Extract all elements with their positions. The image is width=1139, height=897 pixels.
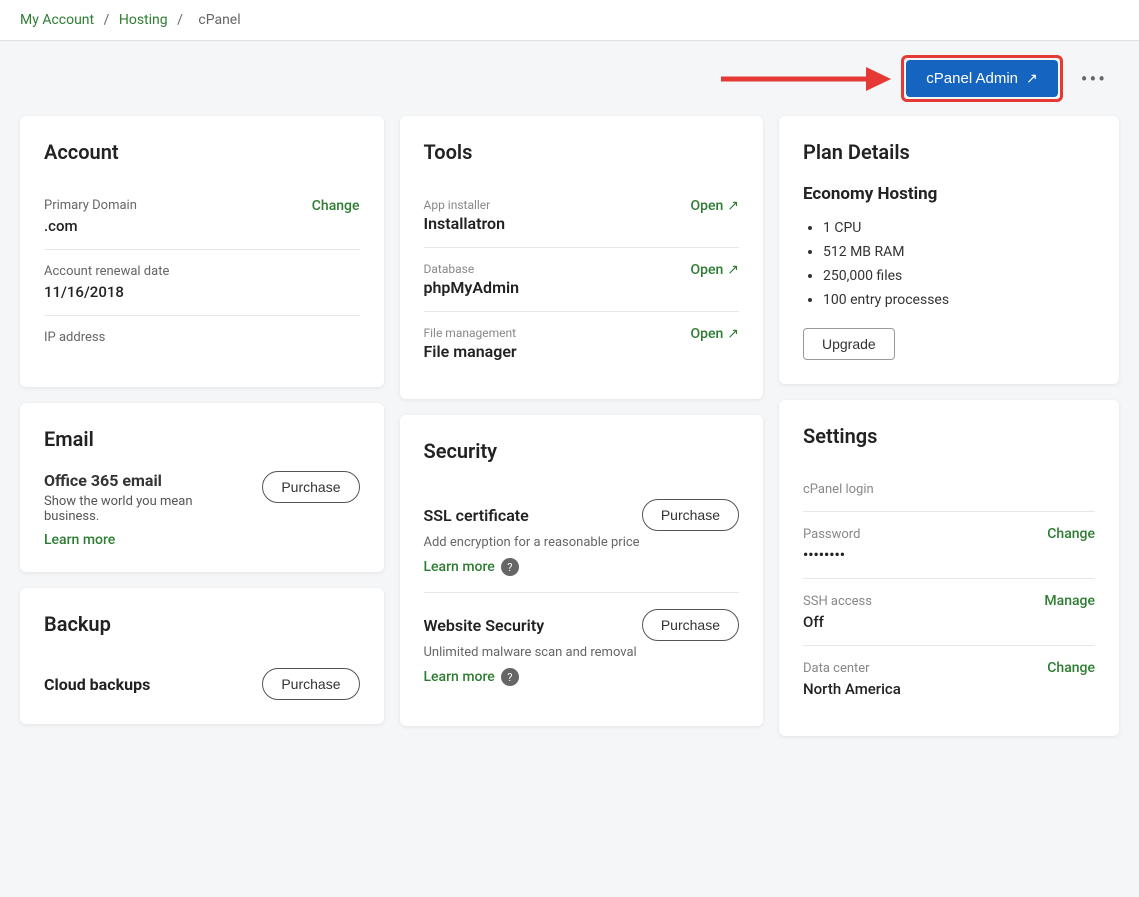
website-security-learn-more-link[interactable]: Learn more bbox=[424, 669, 495, 685]
plan-name: Economy Hosting bbox=[803, 184, 1095, 204]
app-installer-label: App installer bbox=[424, 198, 506, 212]
account-card: Account Primary Domain .com Change Accou… bbox=[20, 116, 384, 387]
security-card: Security SSL certificate Purchase Add en… bbox=[400, 415, 764, 726]
ssl-certificate-row: SSL certificate Purchase Add encryption … bbox=[424, 483, 740, 593]
ssh-value: Off bbox=[803, 613, 1095, 631]
plan-feature-cpu: 1 CPU bbox=[823, 216, 1095, 240]
website-security-row: Website Security Purchase Unlimited malw… bbox=[424, 593, 740, 702]
data-center-value: North America bbox=[803, 680, 1095, 698]
settings-title: Settings bbox=[803, 424, 1095, 448]
email-learn-more-link[interactable]: Learn more bbox=[44, 532, 115, 548]
ssh-label: SSH access bbox=[803, 594, 872, 609]
email-desc-line1: Show the world you mean bbox=[44, 494, 193, 509]
left-column: Account Primary Domain .com Change Accou… bbox=[20, 116, 384, 736]
right-column: Plan Details Economy Hosting 1 CPU 512 M… bbox=[779, 116, 1119, 736]
primary-domain-row: Primary Domain .com Change bbox=[44, 184, 360, 250]
backup-purchase-button[interactable]: Purchase bbox=[262, 668, 359, 700]
cpanel-login-row: cPanel login bbox=[803, 468, 1095, 512]
cpanel-btn-wrapper: cPanel Admin ↗ bbox=[901, 55, 1062, 102]
account-title: Account bbox=[44, 140, 360, 164]
plan-feature-processes: 100 entry processes bbox=[823, 288, 1095, 312]
email-desc-line2: business. bbox=[44, 509, 99, 524]
ssl-help-icon[interactable]: ? bbox=[501, 558, 519, 576]
office365-name: Office 365 email bbox=[44, 471, 193, 490]
data-center-row: Data center Change North America bbox=[803, 646, 1095, 712]
app-installer-name: Installatron bbox=[424, 214, 506, 233]
tools-title: Tools bbox=[424, 140, 740, 164]
email-card: Email Office 365 email Show the world yo… bbox=[20, 403, 384, 572]
file-mgmt-row: File management File manager Open ↗ bbox=[424, 312, 740, 375]
email-purchase-button[interactable]: Purchase bbox=[262, 471, 359, 503]
top-bar: cPanel Admin ↗ ••• bbox=[0, 41, 1139, 116]
ssl-purchase-button[interactable]: Purchase bbox=[642, 499, 739, 531]
primary-domain-value: .com bbox=[44, 217, 137, 235]
breadcrumb: My Account / Hosting / cPanel bbox=[0, 0, 1139, 41]
password-value: •••••••• bbox=[803, 546, 1095, 564]
password-label: Password bbox=[803, 527, 860, 542]
change-data-center-link[interactable]: Change bbox=[1047, 660, 1095, 676]
database-label: Database bbox=[424, 262, 520, 276]
website-security-purchase-button[interactable]: Purchase bbox=[642, 609, 739, 641]
app-installer-open-link[interactable]: Open ↗ bbox=[690, 198, 739, 214]
renewal-date-value: 11/16/2018 bbox=[44, 283, 360, 301]
website-security-help-icon[interactable]: ? bbox=[501, 668, 519, 686]
upgrade-button[interactable]: Upgrade bbox=[803, 328, 895, 360]
database-name: phpMyAdmin bbox=[424, 278, 520, 297]
breadcrumb-hosting[interactable]: Hosting bbox=[119, 12, 168, 28]
breadcrumb-cpanel: cPanel bbox=[198, 12, 240, 28]
email-title: Email bbox=[44, 427, 360, 451]
ssl-desc: Add encryption for a reasonable price bbox=[424, 535, 740, 550]
external-icon-3: ↗ bbox=[727, 326, 739, 342]
ip-label: IP address bbox=[44, 330, 360, 345]
arrow-indicator bbox=[711, 57, 891, 101]
tools-card: Tools App installer Installatron Open ↗ … bbox=[400, 116, 764, 399]
main-content: Account Primary Domain .com Change Accou… bbox=[0, 116, 1139, 756]
file-mgmt-label: File management bbox=[424, 326, 517, 340]
ssl-learn-more-link[interactable]: Learn more bbox=[424, 559, 495, 575]
change-password-link[interactable]: Change bbox=[1047, 526, 1095, 542]
primary-domain-label: Primary Domain bbox=[44, 198, 137, 213]
plan-features-list: 1 CPU 512 MB RAM 250,000 files 100 entry… bbox=[803, 216, 1095, 312]
website-security-title: Website Security bbox=[424, 616, 545, 635]
more-options-button[interactable]: ••• bbox=[1073, 63, 1115, 95]
security-title: Security bbox=[424, 439, 740, 463]
cpanel-login-label: cPanel login bbox=[803, 482, 1095, 497]
backup-title: Backup bbox=[44, 612, 360, 636]
renewal-date-row: Account renewal date 11/16/2018 bbox=[44, 250, 360, 316]
app-installer-row: App installer Installatron Open ↗ bbox=[424, 184, 740, 248]
plan-details-card: Plan Details Economy Hosting 1 CPU 512 M… bbox=[779, 116, 1119, 384]
cloud-backups-row: Cloud backups Purchase bbox=[44, 656, 360, 700]
website-security-desc: Unlimited malware scan and removal bbox=[424, 645, 740, 660]
database-row: Database phpMyAdmin Open ↗ bbox=[424, 248, 740, 312]
database-open-link[interactable]: Open ↗ bbox=[690, 262, 739, 278]
change-domain-link[interactable]: Change bbox=[312, 198, 360, 214]
ssl-title: SSL certificate bbox=[424, 506, 529, 525]
cloud-backups-label: Cloud backups bbox=[44, 675, 150, 694]
settings-card: Settings cPanel login Password Change ••… bbox=[779, 400, 1119, 736]
external-link-icon: ↗ bbox=[1026, 70, 1038, 87]
cpanel-admin-button[interactable]: cPanel Admin ↗ bbox=[906, 60, 1057, 97]
manage-ssh-link[interactable]: Manage bbox=[1044, 593, 1095, 609]
office365-row: Office 365 email Show the world you mean… bbox=[44, 471, 360, 548]
plan-feature-files: 250,000 files bbox=[823, 264, 1095, 288]
plan-details-title: Plan Details bbox=[803, 140, 1095, 164]
breadcrumb-my-account[interactable]: My Account bbox=[20, 12, 94, 28]
ssh-access-row: SSH access Manage Off bbox=[803, 579, 1095, 646]
external-icon-2: ↗ bbox=[727, 262, 739, 278]
renewal-date-label: Account renewal date bbox=[44, 264, 360, 279]
ip-address-row: IP address bbox=[44, 316, 360, 363]
backup-card: Backup Cloud backups Purchase bbox=[20, 588, 384, 724]
file-mgmt-name: File manager bbox=[424, 342, 517, 361]
plan-feature-ram: 512 MB RAM bbox=[823, 240, 1095, 264]
file-mgmt-open-link[interactable]: Open ↗ bbox=[690, 326, 739, 342]
password-row: Password Change •••••••• bbox=[803, 512, 1095, 579]
external-icon-1: ↗ bbox=[727, 198, 739, 214]
middle-column: Tools App installer Installatron Open ↗ … bbox=[400, 116, 764, 736]
data-center-label: Data center bbox=[803, 661, 870, 676]
